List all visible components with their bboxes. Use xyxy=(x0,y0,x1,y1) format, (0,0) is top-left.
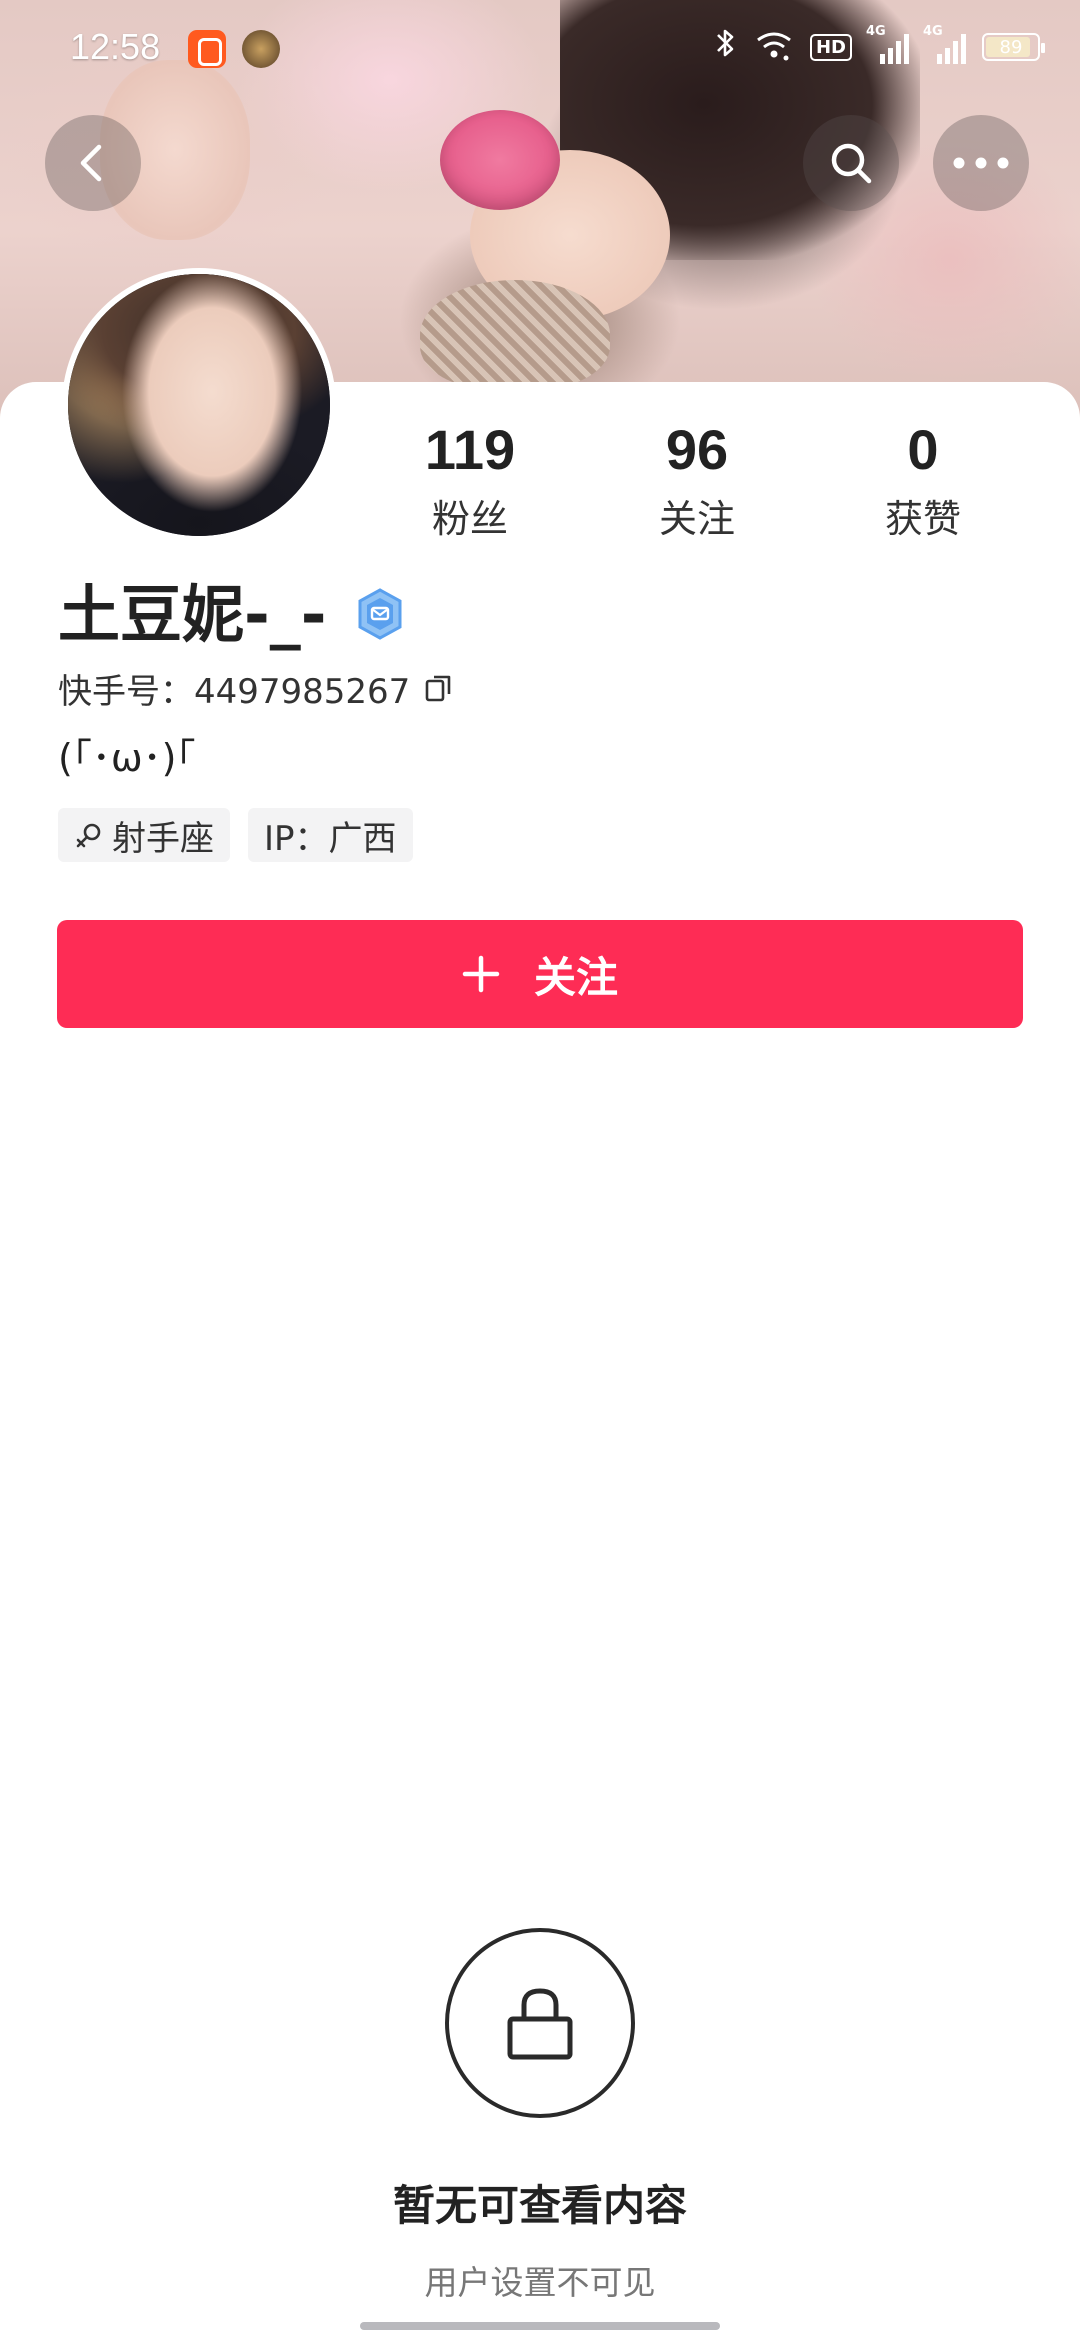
search-button[interactable] xyxy=(803,115,899,211)
profile-name: 土豆妮-_- xyxy=(58,578,327,651)
fans-count: 119 xyxy=(424,418,516,481)
ip-location-tag: IP：广西 xyxy=(248,808,413,862)
hd-voice-icon: HD xyxy=(809,33,852,61)
status-bar: 12:58 HD 4G 4G 89 xyxy=(0,0,1080,96)
search-icon xyxy=(831,143,872,184)
network-type-label: 4G xyxy=(866,24,886,39)
zodiac-tag: 射手座 xyxy=(58,808,230,862)
fans-label: 粉丝 xyxy=(431,497,508,541)
status-time: 12:58 xyxy=(70,26,161,67)
following-label: 关注 xyxy=(658,497,735,541)
signal-icon-2: 4G xyxy=(923,24,966,64)
game-app-icon xyxy=(242,30,280,68)
kuaishou-id: 快手号：4497985267 xyxy=(58,671,411,712)
battery-icon: 89 xyxy=(982,33,1045,61)
cover-hair-curler xyxy=(440,110,560,210)
more-button[interactable] xyxy=(933,115,1029,211)
empty-state-subtitle: 用户设置不可见 xyxy=(424,2263,656,2302)
more-dots-icon xyxy=(953,157,1009,169)
ip-location-label: IP：广西 xyxy=(264,818,397,859)
kuaishou-id-row: 快手号：4497985267 xyxy=(58,664,454,712)
stat-following[interactable]: 96 关注 xyxy=(597,418,797,543)
likes-count: 0 xyxy=(907,418,939,481)
battery-level: 89 xyxy=(999,36,1023,58)
likes-label: 获赞 xyxy=(884,497,961,541)
lock-circle xyxy=(445,1928,635,2118)
lock-icon xyxy=(507,1988,573,2060)
back-button[interactable] xyxy=(45,115,141,211)
profile-tags: 射手座 IP：广西 xyxy=(58,808,413,862)
bluetooth-icon xyxy=(714,27,738,67)
stat-fans[interactable]: 119 粉丝 xyxy=(370,418,570,543)
verified-badge-icon[interactable] xyxy=(354,588,406,640)
follow-button[interactable]: 关注 xyxy=(57,920,1023,1028)
sagittarius-icon xyxy=(76,823,101,848)
wifi-icon xyxy=(754,28,794,66)
copy-icon[interactable] xyxy=(424,672,454,704)
following-count: 96 xyxy=(665,418,729,481)
chevron-left-icon xyxy=(80,144,102,182)
kuaishou-app-icon xyxy=(188,30,226,68)
network-type-label-2: 4G xyxy=(923,24,943,39)
empty-state-title: 暂无可查看内容 xyxy=(392,2181,687,2230)
profile-bio: (｢･ω･)｢ xyxy=(58,736,196,780)
cover-plush-hat xyxy=(420,280,610,390)
signal-icon: 4G xyxy=(866,24,909,64)
zodiac-label: 射手座 xyxy=(112,818,214,859)
profile-stats: 119 粉丝 96 关注 0 获赞 xyxy=(0,418,1080,548)
follow-button-label: 关注 xyxy=(533,952,618,1002)
home-indicator[interactable] xyxy=(360,2322,720,2330)
status-right-icons: HD 4G 4G 89 xyxy=(714,24,1045,68)
plus-icon xyxy=(462,955,500,993)
stat-likes[interactable]: 0 获赞 xyxy=(823,418,1023,543)
